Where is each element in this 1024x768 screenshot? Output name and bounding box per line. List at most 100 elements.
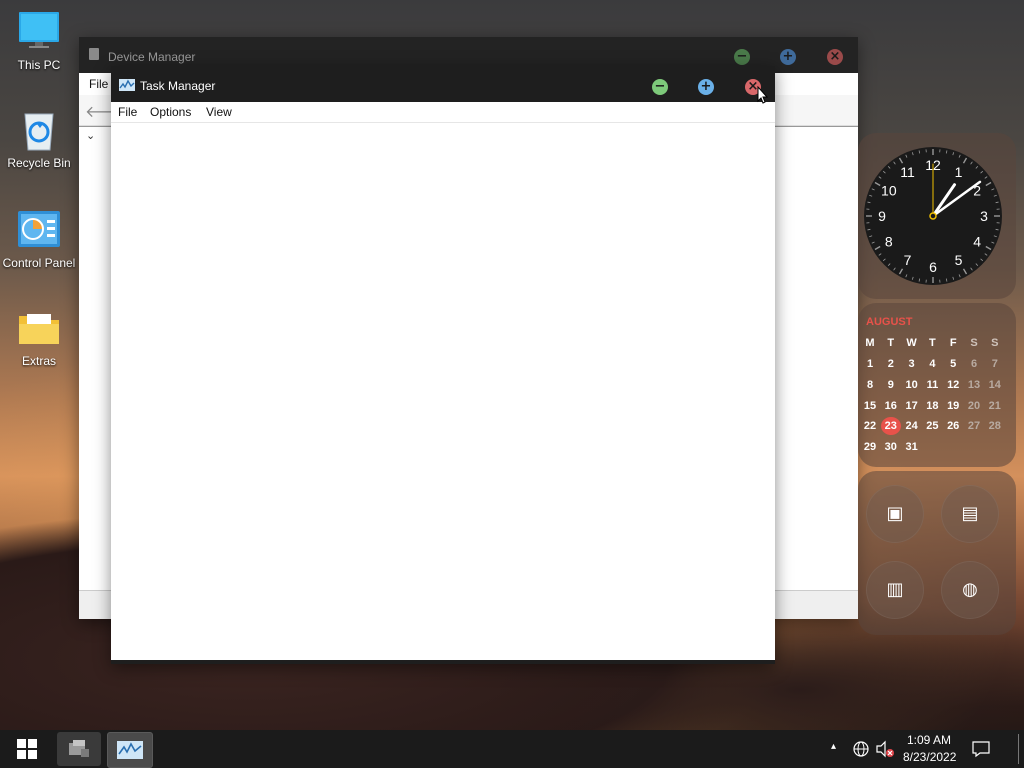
clock-center — [929, 212, 937, 220]
clock-number: 6 — [929, 259, 937, 275]
system-widget: ▣ ▤ ▥ ◍ — [858, 471, 1016, 635]
maximize-button[interactable]: + — [780, 49, 796, 65]
notification-icon[interactable] — [972, 740, 990, 758]
calendar-day[interactable]: 8 — [860, 379, 880, 391]
desktop-icon-control-panel[interactable]: Control Panel — [0, 208, 78, 270]
globe-icon: ◍ — [962, 579, 978, 600]
clock-number: 10 — [881, 183, 897, 199]
calendar-day[interactable]: 13 — [964, 379, 984, 391]
desktop-icon-this-pc[interactable]: This PC — [0, 10, 78, 72]
calendar-day[interactable]: 1 — [860, 358, 880, 370]
calendar-day[interactable]: 6 — [964, 358, 984, 370]
desktop-icon-label: Control Panel — [2, 256, 76, 270]
calendar-day[interactable]: 19 — [943, 400, 963, 412]
calendar-day[interactable]: 28 — [985, 420, 1005, 432]
show-desktop-button[interactable] — [1018, 734, 1019, 764]
calendar-day[interactable]: 11 — [922, 379, 942, 391]
calendar-day[interactable]: 15 — [860, 400, 880, 412]
calendar-day[interactable]: 9 — [881, 379, 901, 391]
network-button[interactable]: ◍ — [941, 561, 999, 619]
calendar-day[interactable]: 21 — [985, 400, 1005, 412]
cpu-icon: ▣ — [886, 503, 904, 524]
calendar-day[interactable]: 4 — [922, 358, 942, 370]
desktop-icon-extras[interactable]: Extras — [0, 306, 78, 368]
calendar-weekday: W — [906, 337, 917, 349]
taskbar-app-device-manager[interactable] — [57, 732, 101, 766]
desktop-icon-label: Recycle Bin — [7, 156, 71, 170]
calendar-day-today[interactable]: 23 — [880, 417, 901, 436]
minimize-button[interactable]: − — [734, 49, 750, 65]
taskbar: ▴ 1:09 AM 8/23/2022 — [0, 730, 1024, 768]
calendar-day[interactable]: 30 — [881, 441, 901, 453]
windows-start-icon[interactable] — [17, 739, 37, 759]
folder-icon — [17, 306, 61, 350]
calendar-weekday: F — [949, 337, 957, 349]
menu-file[interactable]: File — [118, 105, 137, 119]
window-title: Device Manager — [108, 50, 196, 64]
minimize-button[interactable]: − — [652, 79, 668, 95]
task-manager-menubar: File Options View — [111, 102, 775, 123]
taskbar-app-task-manager[interactable] — [107, 732, 153, 768]
memory-button[interactable]: ▤ — [941, 485, 999, 543]
maximize-button[interactable]: + — [698, 79, 714, 95]
window-title: Task Manager — [140, 79, 216, 93]
clock-number: 7 — [904, 252, 912, 268]
tray-time[interactable]: 1:09 AM — [907, 733, 951, 747]
device-manager-icon — [69, 740, 89, 757]
task-manager-titlebar[interactable]: Task Manager − + × — [111, 66, 775, 102]
clock-number: 11 — [900, 164, 915, 180]
monitor-icon — [17, 10, 61, 54]
calendar-weekday: T — [887, 337, 895, 349]
calendar-day[interactable]: 22 — [860, 420, 880, 432]
calendar-day[interactable]: 17 — [902, 400, 922, 412]
calendar-weekday: T — [929, 337, 936, 349]
calendar-day[interactable]: 2 — [881, 358, 901, 370]
chevron-down-icon[interactable]: ⌄ — [86, 129, 95, 142]
volume-muted-icon[interactable] — [875, 740, 895, 758]
menu-options[interactable]: Options — [150, 105, 191, 119]
task-manager-window[interactable]: Task Manager − + × File Options View — [111, 66, 775, 664]
calendar-day[interactable]: 20 — [964, 400, 984, 412]
calendar-weekday: S — [991, 337, 999, 349]
calendar-day[interactable]: 25 — [922, 420, 942, 432]
clock-number: 3 — [980, 208, 988, 224]
calendar-day[interactable]: 7 — [985, 358, 1005, 370]
desktop-icon-recycle-bin[interactable]: Recycle Bin — [0, 108, 78, 170]
task-manager-icon — [117, 741, 143, 759]
mouse-cursor-icon — [757, 86, 769, 104]
menu-view[interactable]: View — [206, 105, 232, 119]
network-globe-icon[interactable] — [852, 740, 870, 758]
cpu-button[interactable]: ▣ — [866, 485, 924, 543]
desktop-icon-label: Extras — [21, 354, 56, 368]
close-button[interactable]: × — [827, 49, 843, 65]
menu-file[interactable]: File — [89, 77, 108, 91]
clock-number: 5 — [955, 252, 963, 268]
disk-button[interactable]: ▥ — [866, 561, 924, 619]
calendar-weekday: M — [865, 337, 875, 349]
calendar-day[interactable]: 26 — [943, 420, 963, 432]
calendar-day[interactable]: 24 — [902, 420, 922, 432]
control-panel-icon — [17, 208, 61, 252]
analog-clock: 12 1234567891011 — [864, 147, 1002, 285]
calendar-day[interactable]: 29 — [860, 441, 880, 453]
calendar-day[interactable]: 12 — [943, 379, 963, 391]
recycle-bin-icon — [17, 108, 61, 152]
clock-number: 8 — [885, 234, 893, 250]
tray-date[interactable]: 8/23/2022 — [903, 750, 956, 764]
desktop-icon-label: This PC — [17, 58, 61, 72]
clock-widget: 12 1 2 3 4 5 6 7 8 9 10 11 — [858, 133, 1016, 299]
clock-number: 4 — [973, 234, 981, 250]
tray-chevron-icon[interactable]: ▴ — [831, 741, 836, 752]
clock-number: 1 — [955, 164, 963, 180]
calendar-day[interactable]: 3 — [902, 358, 922, 370]
task-manager-content — [111, 123, 775, 664]
calendar-day[interactable]: 27 — [964, 420, 984, 432]
calendar-day[interactable]: 16 — [881, 400, 901, 412]
calendar-day[interactable]: 5 — [943, 358, 963, 370]
disk-icon: ▥ — [886, 579, 904, 600]
calendar-day[interactable]: 14 — [985, 379, 1005, 391]
task-manager-icon — [119, 79, 135, 94]
calendar-day[interactable]: 10 — [902, 379, 922, 391]
calendar-day[interactable]: 18 — [922, 400, 942, 412]
calendar-day[interactable]: 31 — [902, 441, 922, 453]
